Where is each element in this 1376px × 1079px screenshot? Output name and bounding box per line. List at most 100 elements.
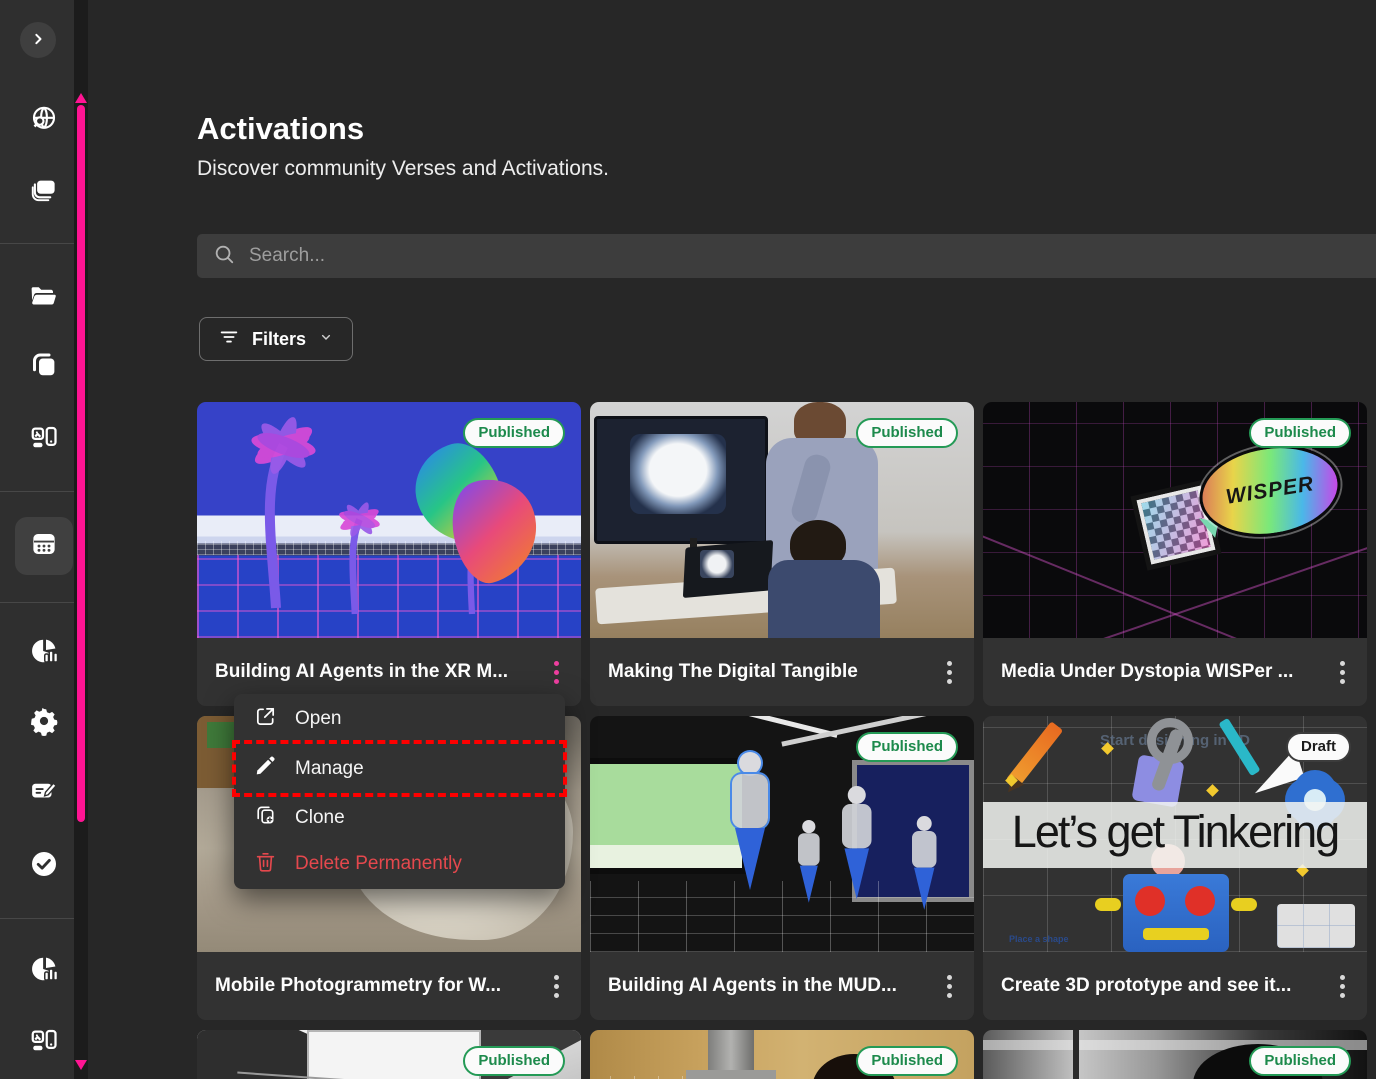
status-badge: Published [856,1046,958,1076]
layers-icon [29,175,59,210]
filters-label: Filters [252,329,306,350]
sidebar-item-approvals[interactable] [21,843,67,889]
sidebar [0,0,74,1079]
menu-item-label: Delete Permanently [295,853,462,875]
status-badge: Published [463,1046,565,1076]
status-badge: Published [1249,418,1351,448]
folder-open-icon [29,281,59,316]
layout-icon [29,1026,59,1061]
sidebar-item-media[interactable] [21,417,67,463]
sidebar-item-discover[interactable] [21,98,67,144]
menu-item-label: Manage [295,758,364,780]
tinkering-headline: Let’s get Tinkering [983,806,1367,858]
search-input[interactable] [247,244,1376,268]
sidebar-divider [0,491,74,492]
filters-button[interactable]: Filters [199,317,353,361]
search-icon [213,243,235,270]
settings-gear-icon [29,706,59,741]
card-thumbnail: Published [197,402,581,638]
status-badge: Published [1249,1046,1351,1076]
card-thumbnail: WISPER Published [983,402,1367,638]
search-bar[interactable] [197,234,1376,278]
filter-icon [218,326,240,353]
page-subtitle: Discover community Verses and Activation… [197,157,609,181]
scrollbar-up-arrow-icon[interactable] [75,93,87,103]
menu-item-open[interactable]: Open [234,696,565,742]
sidebar-divider [0,243,74,244]
card-building-ai-agents-mud[interactable]: Published Building AI Agents in the MUD.… [590,716,974,1020]
card-title: Create 3D prototype and see it... [1001,975,1291,997]
card-thumbnail: Published [590,1030,974,1079]
card-row3-middle[interactable]: Published [590,1030,974,1079]
app-window: Activations Discover community Verses an… [0,0,1376,1079]
card-title: Building AI Agents in the MUD... [608,975,897,997]
card-footer: Media Under Dystopia WISPer ... [983,638,1367,706]
status-badge: Published [463,418,565,448]
robot-art [1123,874,1229,952]
check-circle-icon [29,849,59,884]
card-footer: Making The Digital Tangible [590,638,974,706]
card-menu-button[interactable] [546,653,567,692]
sidebar-divider [0,918,74,919]
card-menu-button[interactable] [1332,967,1353,1006]
sidebar-item-reports[interactable] [21,948,67,994]
sidebar-divider [0,602,74,603]
layout-icon [29,423,59,458]
sidebar-item-templates[interactable] [21,344,67,390]
menu-item-delete-permanently[interactable]: Delete Permanently [234,841,565,887]
menu-item-clone[interactable]: Clone [234,795,565,841]
sidebar-item-gallery[interactable] [21,1020,67,1066]
card-footer: Building AI Agents in the MUD... [590,952,974,1020]
sidebar-expand-button[interactable] [20,22,56,58]
card-title: Making The Digital Tangible [608,661,858,683]
card-menu-button[interactable] [1332,653,1353,692]
pencil-icon [254,754,277,783]
sidebar-item-files[interactable] [21,275,67,321]
card-making-digital-tangible[interactable]: Published Making The Digital Tangible [590,402,974,706]
main-content: Activations Discover community Verses an… [88,0,1376,1079]
card-menu-button[interactable] [939,967,960,1006]
analytics-icon [29,636,59,671]
scrollbar-down-arrow-icon[interactable] [75,1060,87,1070]
card-thumbnail: Published [590,716,974,952]
card-title: Building AI Agents in the XR M... [215,661,508,683]
card-thumbnail: Published [983,1030,1367,1079]
globe-search-icon [29,104,59,139]
chevron-right-icon [28,29,48,52]
status-badge: Published [856,732,958,762]
card-building-ai-agents-xr[interactable]: Published Building AI Agents in the XR M… [197,402,581,706]
card-context-menu: Open Manage Clone Delete Permanently [234,694,565,889]
sidebar-scrollbar-thumb[interactable] [77,105,85,822]
page-title: Activations [197,111,364,147]
calendar-icon [29,529,59,564]
card-row3-right[interactable]: Published [983,1030,1367,1079]
sidebar-item-settings[interactable] [21,700,67,746]
sidebar-item-analytics[interactable] [21,630,67,676]
open-external-icon [254,705,277,734]
card-media-under-dystopia[interactable]: WISPER Published Media Under Dystopia WI… [983,402,1367,706]
note-edit-icon [29,775,59,810]
card-menu-button[interactable] [939,653,960,692]
trash-icon [254,850,277,879]
card-title: Mobile Photogrammetry for W... [215,975,501,997]
analytics-icon [29,954,59,989]
sidebar-item-collections[interactable] [21,169,67,215]
card-footer: Create 3D prototype and see it... [983,952,1367,1020]
card-menu-button[interactable] [546,967,567,1006]
menu-item-label: Clone [295,807,345,829]
card-title: Media Under Dystopia WISPer ... [1001,661,1293,683]
copy-icon [29,350,59,385]
menu-item-manage[interactable]: Manage [234,742,565,795]
card-thumbnail: Published [590,402,974,638]
status-badge: Published [856,418,958,448]
sidebar-item-activations[interactable] [21,523,67,569]
status-badge: Draft [1286,732,1351,762]
card-thumbnail: Start designing in 3D Let’s get Tinkerin… [983,716,1367,952]
card-row3-left[interactable]: Published [197,1030,581,1079]
sidebar-item-notes[interactable] [21,769,67,815]
card-create-3d-prototype[interactable]: Start designing in 3D Let’s get Tinkerin… [983,716,1367,1020]
clone-icon [254,804,277,833]
menu-item-label: Open [295,708,341,730]
card-thumbnail: Published [197,1030,581,1079]
chevron-down-icon [318,329,334,350]
